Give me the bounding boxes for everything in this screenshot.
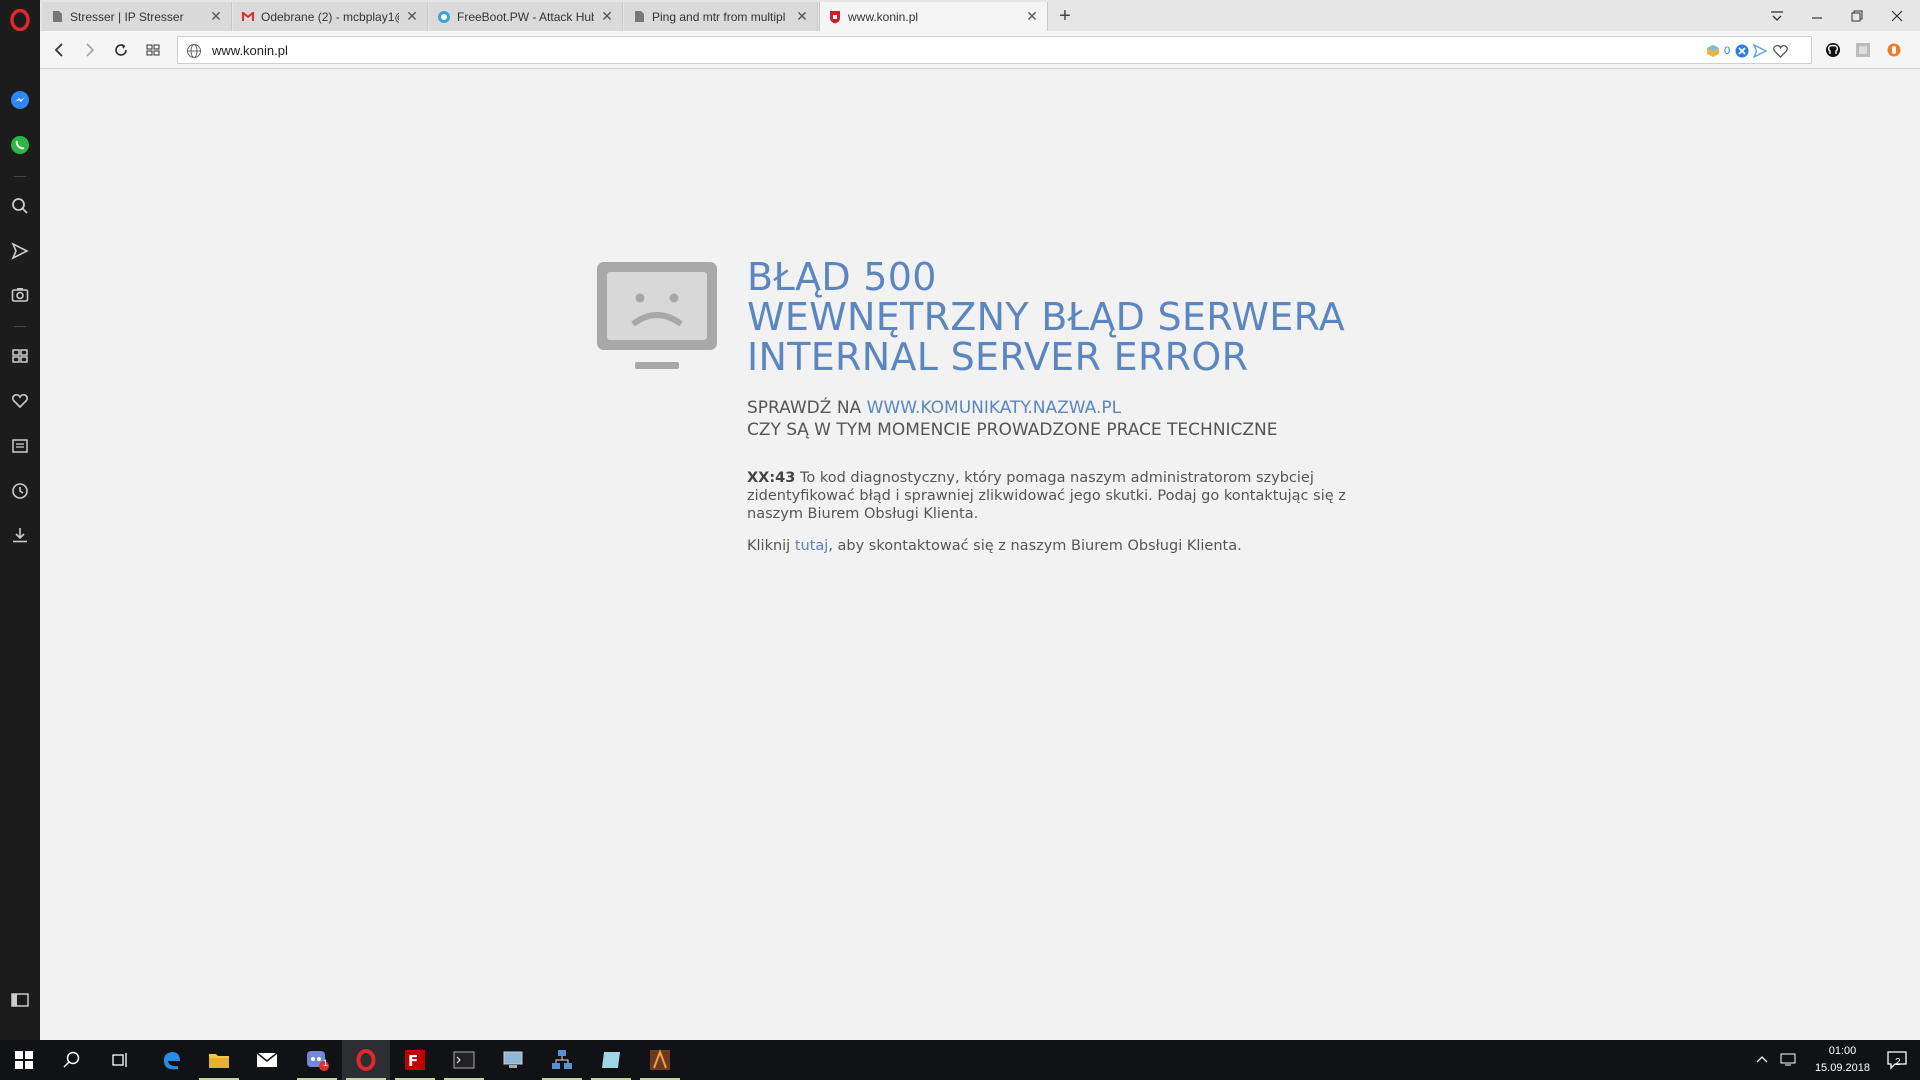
filezilla-icon[interactable]: F (391, 1040, 439, 1080)
github-extension-icon[interactable] (1821, 38, 1845, 62)
clock-time: 01:00 (1828, 1045, 1857, 1057)
tab-title: www.konin.pl (848, 9, 919, 24)
vpn-shield-icon[interactable] (1734, 43, 1750, 59)
clock-date: 15.09.2018 (1814, 1062, 1870, 1074)
close-icon[interactable]: ✕ (795, 8, 809, 24)
notification-count: 2 (1895, 1057, 1901, 1068)
reload-button[interactable] (109, 38, 133, 62)
tab-menu-icon[interactable] (1757, 0, 1797, 31)
tab-strip: Stresser | IP Stresser ✕ Odebrane (2) - … (40, 0, 1920, 31)
terminal-icon[interactable] (440, 1040, 488, 1080)
tab-ping-mtr[interactable]: Ping and mtr from multipl ✕ (624, 2, 818, 31)
tab-title: Ping and mtr from multipl (652, 9, 786, 24)
discord-badge: 1 (323, 1058, 329, 1068)
error-english-heading: INTERNAL SERVER ERROR (747, 335, 1249, 379)
tab-konin-active[interactable]: www.konin.pl ✕ (819, 2, 1048, 31)
check-prefix: SPRAWDŹ NA (747, 398, 867, 418)
close-icon[interactable]: ✕ (600, 8, 614, 24)
contact-paragraph: Kliknij tutaj, aby skontaktować się z na… (747, 537, 1377, 555)
error-code-heading: BŁĄD 500 (747, 255, 937, 299)
contact-prefix: Kliknij (747, 538, 795, 554)
file-explorer-icon[interactable] (195, 1040, 243, 1080)
error-text: BŁĄD 500 WEWNĘTRZNY BŁĄD SERWERA INTERNA… (747, 257, 1377, 555)
globe-icon (186, 43, 202, 59)
konin-shield-icon (828, 10, 842, 24)
address-bar[interactable]: www.konin.pl 0 (177, 36, 1812, 64)
messenger-icon[interactable] (8, 88, 32, 112)
address-toolbar: www.konin.pl 0 (40, 31, 1920, 69)
new-tab-button[interactable]: + (1052, 3, 1078, 29)
diagnostic-text: To kod diagnostyczny, który pomaga naszy… (747, 470, 1346, 522)
tab-title: Odebrane (2) - mcbplay1@ (261, 9, 399, 24)
notes-app-icon[interactable] (587, 1040, 635, 1080)
check-line: SPRAWDŹ NA WWW.KOMUNIKATY.NAZWA.PL (747, 397, 1377, 419)
tray-overflow-icon[interactable] (1756, 1052, 1768, 1066)
action-center-icon[interactable]: 2 (1886, 1049, 1908, 1074)
maintenance-line: CZY SĄ W TYM MOMENCIE PROWADZONE PRACE T… (747, 420, 1278, 440)
badge-count: 0 (1724, 45, 1731, 57)
contact-here-link[interactable]: tutaj (795, 538, 828, 554)
speed-dial-grid-button[interactable] (141, 38, 165, 62)
network-tool-icon[interactable] (538, 1040, 586, 1080)
game-app-icon[interactable] (636, 1040, 684, 1080)
opera-sidebar (0, 0, 40, 1040)
send-to-flow-icon[interactable] (1752, 43, 1768, 59)
whatsapp-icon[interactable] (8, 133, 32, 157)
extension-box-icon[interactable] (1851, 38, 1875, 62)
remote-desktop-icon[interactable] (489, 1040, 537, 1080)
search-icon[interactable] (8, 194, 32, 218)
tab-freeboot[interactable]: FreeBoot.PW - Attack Hub ✕ (429, 2, 623, 31)
page-icon (50, 10, 64, 24)
page-content: BŁĄD 500 WEWNĘTRZNY BŁĄD SERWERA INTERNA… (40, 70, 1920, 1040)
task-view-icon[interactable] (96, 1040, 144, 1080)
downloads-icon[interactable] (8, 523, 32, 547)
opera-menu-icon[interactable] (8, 8, 32, 32)
opera-taskbar-icon[interactable] (342, 1040, 390, 1080)
sidebar-toggle-icon[interactable] (8, 988, 32, 1012)
window-close-button[interactable] (1877, 0, 1917, 31)
restore-button[interactable] (1837, 0, 1877, 31)
svg-text:F: F (408, 1052, 418, 1070)
minimize-button[interactable] (1797, 0, 1837, 31)
contact-suffix: , aby skontaktować się z naszym Biurem O… (828, 538, 1242, 554)
extension-orange-icon[interactable] (1882, 38, 1906, 62)
tab-gmail[interactable]: Odebrane (2) - mcbplay1@ ✕ (233, 2, 428, 31)
tab-title: FreeBoot.PW - Attack Hub (457, 9, 594, 24)
news-icon[interactable] (8, 434, 32, 458)
mail-icon[interactable] (243, 1040, 291, 1080)
url-text[interactable]: www.konin.pl (212, 43, 288, 58)
windows-taskbar: 1 F 01:00 15.09.2018 2 (0, 1040, 1920, 1080)
gmail-icon (241, 10, 255, 24)
bookmark-heart-icon[interactable] (1772, 43, 1788, 59)
diagnostic-code: XX:43 (747, 470, 796, 486)
close-icon[interactable]: ✕ (209, 8, 223, 24)
bookmarks-heart-icon[interactable] (8, 389, 32, 413)
sad-monitor-icon (595, 260, 719, 377)
page-icon (632, 10, 646, 24)
edge-icon[interactable] (147, 1040, 195, 1080)
search-icon[interactable] (48, 1040, 96, 1080)
close-icon[interactable]: ✕ (405, 8, 419, 24)
tab-stresser[interactable]: Stresser | IP Stresser ✕ (42, 2, 232, 31)
taskbar-clock[interactable]: 01:00 15.09.2018 (1815, 1043, 1870, 1077)
close-icon[interactable]: ✕ (1025, 8, 1039, 24)
speed-dial-icon[interactable] (8, 344, 32, 368)
download-arrow-icon[interactable] (1914, 38, 1920, 62)
windows-start-icon[interactable] (0, 1040, 48, 1080)
diagnostic-paragraph: XX:43 To kod diagnostyczny, który pomaga… (747, 469, 1377, 523)
flow-send-icon[interactable] (8, 239, 32, 263)
freeboot-icon (437, 10, 451, 24)
history-clock-icon[interactable] (8, 479, 32, 503)
forward-button[interactable] (78, 38, 102, 62)
network-icon[interactable] (1780, 1052, 1796, 1069)
komunikaty-link[interactable]: WWW.KOMUNIKATY.NAZWA.PL (867, 398, 1122, 418)
tab-title: Stresser | IP Stresser (70, 9, 184, 24)
cube-extension-icon[interactable] (1705, 43, 1721, 59)
error-polish-heading: WEWNĘTRZNY BŁĄD SERWERA (747, 295, 1346, 339)
discord-icon[interactable]: 1 (293, 1040, 341, 1080)
snapshot-camera-icon[interactable] (8, 283, 32, 307)
back-button[interactable] (47, 38, 71, 62)
